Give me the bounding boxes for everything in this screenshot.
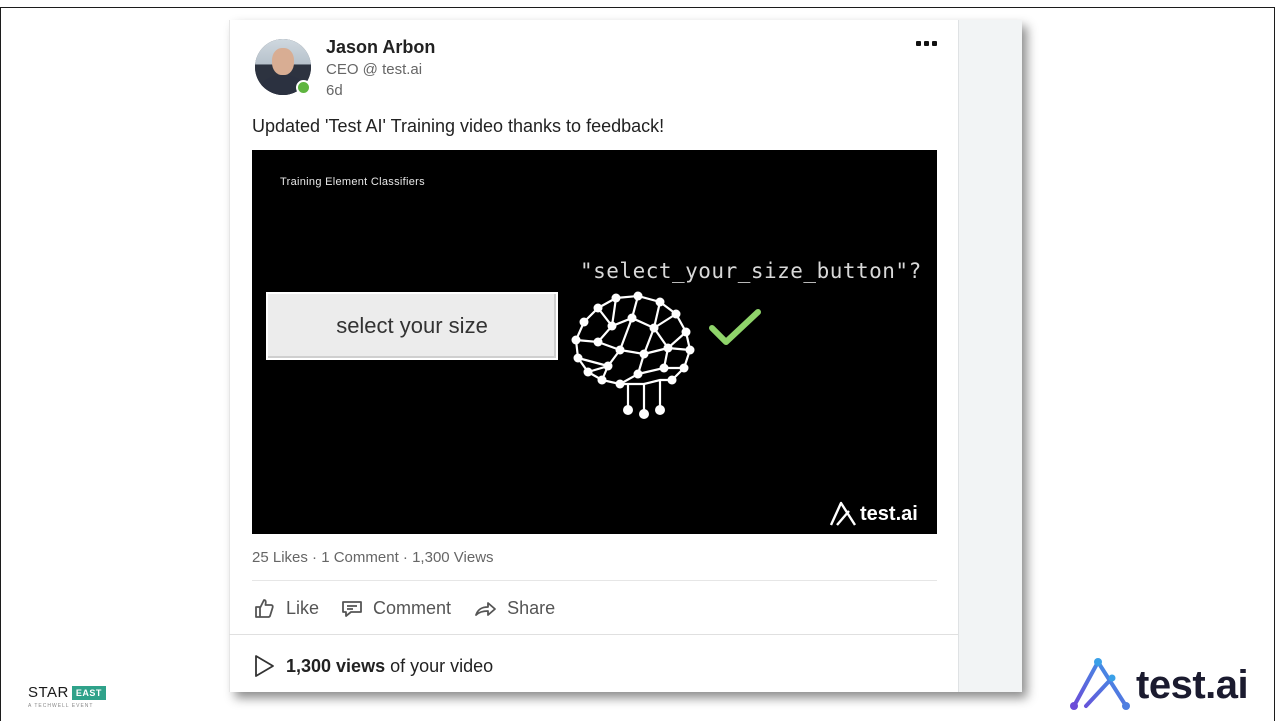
video-watermark-logo: test.ai — [829, 500, 918, 528]
brand-logo-text: test.ai — [1136, 662, 1249, 707]
divider — [229, 634, 958, 635]
views-count[interactable]: 1,300 Views — [412, 549, 493, 566]
comment-label: Comment — [373, 597, 452, 618]
thumbs-up-icon — [255, 599, 274, 618]
views-suffix: of your video — [390, 655, 494, 676]
action-bar: Like Comment Share — [252, 594, 555, 622]
star-text: STAR — [28, 684, 69, 701]
share-button[interactable]: Share — [473, 598, 555, 619]
video-caption: Training Element Classifiers — [280, 176, 425, 188]
like-label: Like — [286, 597, 320, 618]
east-badge: EAST — [71, 685, 106, 700]
test-ai-logo-icon — [829, 501, 857, 526]
stats-separator: · — [307, 549, 322, 566]
test-ai-brand-logo: test.ai — [1068, 656, 1249, 714]
stats-separator: · — [398, 549, 413, 566]
play-icon — [255, 655, 274, 677]
more-options-icon[interactable] — [910, 30, 942, 56]
like-button[interactable]: Like — [252, 597, 319, 619]
check-icon — [709, 309, 761, 345]
post-text: Updated 'Test AI' Training video thanks … — [252, 116, 665, 136]
side-panel — [958, 20, 1022, 692]
test-ai-network-icon — [1070, 658, 1130, 710]
author-name[interactable]: Jason Arbon — [326, 37, 435, 58]
online-status-icon — [296, 80, 311, 95]
share-arrow-icon — [475, 602, 496, 616]
techwell-text: A TECHWELL EVENT — [28, 703, 94, 709]
views-total: 1,300 views — [286, 655, 386, 676]
likes-count[interactable]: 25 Likes — [252, 549, 308, 566]
video-player[interactable]: Training Element Classifiers "select_you… — [252, 150, 937, 534]
video-logo-text: test.ai — [860, 502, 918, 525]
stareast-logo: STAR EAST A TECHWELL EVENT — [28, 684, 106, 709]
comments-count[interactable]: 1 Comment — [321, 549, 399, 566]
engagement-stats: 25 Likes · 1 Comment · 1,300 Views — [252, 549, 494, 566]
video-sample-button: select your size — [266, 292, 558, 360]
author-title: CEO @ test.ai — [326, 61, 423, 78]
comment-button[interactable]: Comment — [341, 598, 451, 619]
comment-icon — [342, 601, 362, 617]
post-age: 6d — [326, 82, 343, 99]
brain-network-icon — [571, 291, 695, 419]
video-question: "select_your_size_button"? — [580, 259, 922, 283]
divider — [252, 580, 937, 581]
video-views-summary[interactable]: 1,300 views of your video — [252, 653, 493, 679]
share-label: Share — [507, 597, 556, 618]
